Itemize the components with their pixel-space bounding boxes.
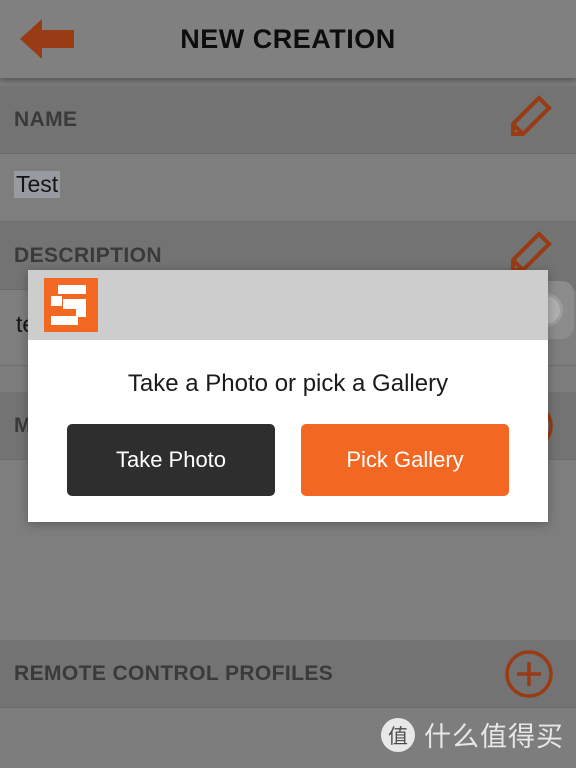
watermark: 值 什么值得买 [381, 715, 564, 754]
app-logo-icon [44, 278, 98, 332]
section-remote-label: REMOTE CONTROL PROFILES [14, 661, 334, 685]
pencil-icon [511, 94, 552, 136]
pick-gallery-button[interactable]: Pick Gallery [301, 424, 509, 496]
photo-source-dialog: Take a Photo or pick a Gallery Take Phot… [28, 270, 548, 522]
plus-circle-icon [505, 649, 553, 698]
dialog-body: Take a Photo or pick a Gallery Take Phot… [28, 340, 548, 522]
back-arrow-icon [20, 19, 74, 59]
take-photo-button[interactable]: Take Photo [67, 424, 275, 496]
name-edit-button[interactable] [498, 89, 560, 151]
section-name-label: NAME [14, 107, 78, 131]
section-remote-control-profiles: REMOTE CONTROL PROFILES [0, 640, 576, 708]
remote-add-button[interactable] [498, 643, 560, 705]
name-value-row[interactable]: Test [0, 154, 576, 222]
dialog-actions: Take Photo Pick Gallery [28, 424, 548, 496]
section-description-label: DESCRIPTION [14, 243, 162, 267]
app-screen: NEW CREATION NAME Test DESCRIPTION te M [0, 0, 576, 768]
section-name: NAME [0, 86, 576, 154]
page-title: NEW CREATION [180, 23, 396, 54]
dialog-titlebar [28, 270, 548, 340]
watermark-badge-icon: 值 [381, 717, 415, 752]
name-value: Test [14, 171, 61, 198]
dialog-message: Take a Photo or pick a Gallery [127, 370, 449, 397]
back-button[interactable] [0, 0, 96, 78]
watermark-text: 什么值得买 [424, 722, 564, 753]
app-bar: NEW CREATION [0, 0, 576, 78]
